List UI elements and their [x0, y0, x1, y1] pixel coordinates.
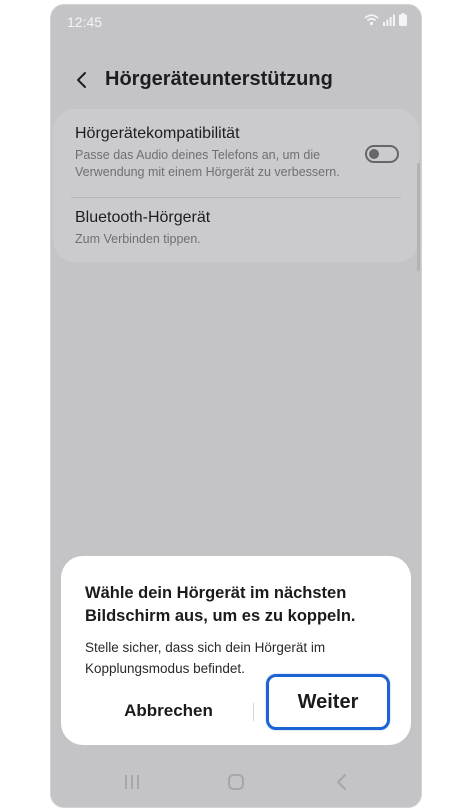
- recent-apps-button[interactable]: [117, 770, 147, 794]
- button-separator: [253, 703, 254, 721]
- setting-bluetooth-hearing-aid[interactable]: Bluetooth-Hörgerät Zum Verbinden tippen.: [75, 209, 399, 257]
- status-icons: [364, 13, 407, 26]
- page-title: Hörgeräteunterstützung: [105, 68, 333, 90]
- dialog-body: Stelle sicher, dass sich dein Hörgerät i…: [85, 640, 326, 676]
- chevron-left-icon: [77, 72, 86, 88]
- back-button[interactable]: [69, 64, 97, 96]
- cancel-button[interactable]: Abbrechen: [91, 693, 246, 729]
- setting-subtitle: Passe das Audio deines Telefons an, um d…: [75, 148, 340, 179]
- setting-hearing-aid-compatibility[interactable]: Hörgerätekompatibilität Passe das Audio …: [75, 125, 399, 185]
- recent-apps-icon: [125, 775, 139, 789]
- setting-title: Hörgerätekompatibilität: [75, 125, 240, 142]
- status-bar: 12:45: [51, 5, 421, 37]
- phone-screen: 12:45 Hörgeräteunterstützung Hörgeräteko…: [50, 4, 422, 808]
- pairing-dialog: Wähle dein Hörgerät im nächsten Bildschi…: [61, 556, 411, 745]
- status-time: 12:45: [67, 14, 103, 30]
- compatibility-toggle[interactable]: [365, 145, 399, 163]
- scroll-indicator: [417, 163, 420, 271]
- home-button[interactable]: [221, 770, 251, 794]
- app-header: Hörgeräteunterstützung: [51, 60, 421, 100]
- home-icon: [228, 774, 244, 790]
- battery-icon: [399, 13, 407, 26]
- dialog-title: Wähle dein Hörgerät im nächsten Bildschi…: [85, 584, 356, 625]
- nav-back-button[interactable]: [327, 770, 357, 794]
- toggle-knob: [369, 149, 379, 159]
- signal-icon: [383, 14, 395, 26]
- divider: [71, 197, 401, 198]
- setting-title: Bluetooth-Hörgerät: [75, 209, 211, 226]
- setting-subtitle: Zum Verbinden tippen.: [75, 232, 201, 246]
- next-button[interactable]: Weiter: [266, 674, 390, 730]
- settings-card: Hörgerätekompatibilität Passe das Audio …: [53, 109, 419, 262]
- nav-back-icon: [337, 774, 346, 790]
- wifi-icon: [364, 13, 379, 25]
- navigation-bar: [51, 760, 421, 804]
